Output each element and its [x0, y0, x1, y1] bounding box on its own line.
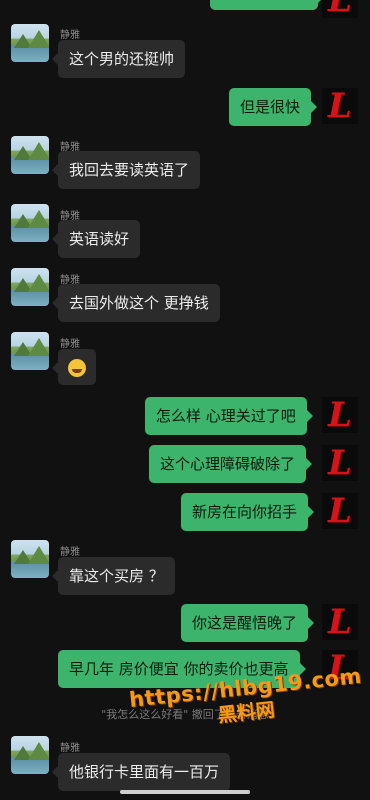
sender-name: 静雅: [60, 547, 80, 558]
contact-avatar[interactable]: [11, 332, 49, 370]
message-bubble-outgoing[interactable]: 这个心理障碍破除了: [149, 445, 313, 483]
contact-avatar[interactable]: [11, 736, 49, 774]
my-avatar[interactable]: L: [322, 443, 358, 483]
message-bubble-incoming[interactable]: 去国外做这个 更挣钱: [52, 284, 220, 322]
message-bubble-outgoing[interactable]: 但是很快: [229, 88, 318, 126]
message-bubble-incoming[interactable]: 靠这个买房 ？: [52, 557, 175, 595]
home-indicator[interactable]: [120, 790, 250, 794]
my-avatar[interactable]: L: [322, 491, 358, 531]
avatar-letter: L: [328, 86, 352, 126]
avatar-letter: L: [328, 395, 352, 435]
message-bubble-incoming[interactable]: [52, 349, 96, 385]
avatar-letter: L: [328, 491, 352, 531]
avatar-letter: L: [328, 602, 352, 642]
message-bubble-outgoing[interactable]: 你这是醒悟晚了: [181, 604, 315, 642]
message-bubble-incoming[interactable]: 这个男的还挺帅: [51, 40, 186, 78]
message-bubble-incoming[interactable]: 他银行卡里面有一百万: [51, 753, 231, 791]
message-bubble-incoming[interactable]: 我回去要读英语了: [51, 151, 201, 189]
my-avatar[interactable]: L: [322, 395, 358, 435]
message-bubble-incoming[interactable]: 英语读好: [51, 220, 141, 258]
sender-name: 静雅: [60, 743, 80, 754]
my-avatar[interactable]: L: [322, 86, 358, 126]
contact-avatar[interactable]: [11, 268, 49, 306]
contact-avatar[interactable]: [11, 540, 49, 578]
contact-avatar[interactable]: [11, 204, 49, 242]
contact-avatar[interactable]: [11, 24, 49, 62]
sender-name: 静雅: [60, 30, 80, 41]
message-bubble-outgoing-cut[interactable]: [210, 0, 324, 10]
grinning-sweat-emoji: [68, 358, 86, 377]
message-bubble-outgoing[interactable]: 新房在向你招手: [181, 493, 315, 531]
my-avatar[interactable]: L: [322, 0, 358, 20]
sender-name: 静雅: [60, 339, 80, 350]
my-avatar[interactable]: L: [322, 602, 358, 642]
avatar-letter: L: [328, 0, 352, 20]
message-bubble-outgoing[interactable]: 怎么样 心理关过了吧: [145, 397, 313, 435]
avatar-letter: L: [328, 443, 352, 483]
contact-avatar[interactable]: [11, 136, 49, 174]
